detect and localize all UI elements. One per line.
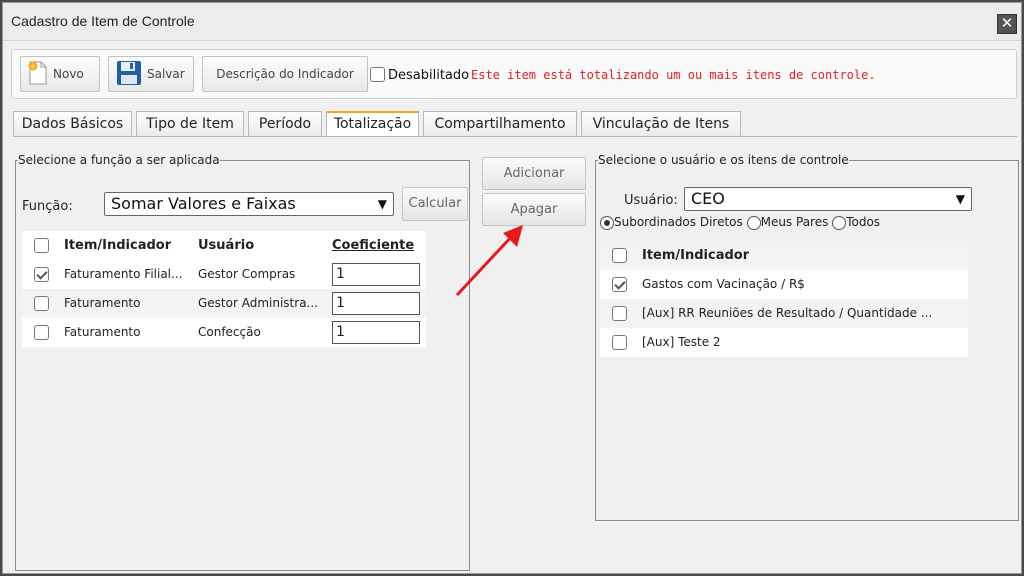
user-label: Usuário:: [624, 193, 678, 208]
table-header-row: Item/Indicador Usuário Coeficiente: [22, 231, 426, 260]
indicator-description-label: Descrição do Indicador: [216, 67, 354, 81]
tab-vinculacao-de-itens[interactable]: Vinculação de Itens: [581, 111, 741, 137]
window-title: Cadastro de Item de Controle: [11, 13, 195, 29]
radio-direct-subordinates[interactable]: [600, 215, 614, 230]
header-coefficient: Coeficiente: [332, 238, 415, 253]
floppy-disk-icon: [115, 59, 143, 90]
calculate-button[interactable]: Calcular: [402, 187, 468, 221]
function-panel: Selecione a função a ser aplicada Função…: [15, 153, 470, 571]
tab-periodo[interactable]: Período: [248, 111, 322, 137]
select-all-checkbox[interactable]: [34, 238, 49, 253]
function-panel-legend: Selecione a função a ser aplicada: [18, 153, 220, 167]
coefficient-input[interactable]: 1: [332, 263, 420, 286]
tab-tipo-de-item[interactable]: Tipo de Item: [136, 111, 244, 137]
chevron-down-icon: ▼: [955, 192, 965, 206]
tab-compartilhamento[interactable]: Compartilhamento: [423, 111, 577, 137]
row-item: [Aux] RR Reuniões de Resultado / Quantid…: [642, 306, 933, 320]
user-items-panel-legend: Selecione o usuário e os itens de contro…: [598, 153, 849, 167]
list-item[interactable]: [Aux] RR Reuniões de Resultado / Quantid…: [600, 299, 968, 328]
radio-direct-subordinates-label: Subordinados Diretos: [614, 215, 743, 229]
function-label: Função:: [22, 199, 73, 214]
row-item: Faturamento: [64, 325, 141, 339]
red-arrow-icon: [455, 225, 523, 297]
table-header-row: Item/Indicador: [600, 241, 968, 270]
tab-dados-basicos[interactable]: Dados Básicos: [13, 111, 132, 137]
totalization-table: Item/Indicador Usuário Coeficiente Fatur…: [22, 231, 426, 347]
row-user: Gestor Administra...: [198, 296, 318, 310]
new-button[interactable]: Novo: [20, 56, 100, 92]
warning-message: Este item está totalizando um ou mais it…: [471, 68, 876, 82]
disabled-label: Desabilitado: [388, 68, 470, 83]
disabled-checkbox[interactable]: [370, 67, 385, 82]
add-button[interactable]: Adicionar: [482, 157, 586, 190]
new-document-icon: [27, 60, 49, 89]
row-user: Confecção: [198, 325, 261, 339]
user-select-value: CEO: [691, 189, 725, 208]
select-all-checkbox[interactable]: [612, 248, 627, 263]
row-item: Faturamento Filial...: [64, 267, 183, 281]
control-items-table: Item/Indicador Gastos com Vacinação / R$…: [600, 241, 968, 357]
radio-my-peers[interactable]: [746, 215, 761, 230]
row-user: Gestor Compras: [198, 267, 296, 281]
coefficient-input[interactable]: 1: [332, 292, 420, 315]
toolbar: Novo Salvar Descrição do Indicador Desab…: [11, 49, 1017, 99]
row-checkbox[interactable]: [34, 325, 49, 340]
title-bar: Cadastro de Item de Controle ✕: [3, 3, 1021, 41]
list-item[interactable]: [Aux] Teste 2: [600, 328, 968, 357]
header-item-indicator: Item/Indicador: [64, 238, 172, 253]
user-items-panel: Selecione o usuário e os itens de contro…: [595, 153, 1019, 521]
row-checkbox[interactable]: [612, 277, 627, 292]
tab-totalizacao[interactable]: Totalização: [326, 111, 419, 137]
list-item[interactable]: Gastos com Vacinação / R$: [600, 270, 968, 299]
header-item-indicator: Item/Indicador: [642, 248, 750, 263]
row-checkbox[interactable]: [612, 335, 627, 350]
row-checkbox[interactable]: [34, 296, 49, 311]
table-row[interactable]: Faturamento Confecção 1: [22, 318, 426, 347]
row-item: Faturamento: [64, 296, 141, 310]
coefficient-input[interactable]: 1: [332, 321, 420, 344]
row-item: [Aux] Teste 2: [642, 335, 721, 349]
function-select-value: Somar Valores e Faixas: [111, 194, 296, 213]
scope-radio-group: Subordinados Diretos Meus Pares Todos: [600, 215, 880, 230]
header-user: Usuário: [198, 238, 255, 253]
radio-all-label: Todos: [846, 215, 881, 229]
dialog-window: Cadastro de Item de Controle ✕ Novo Salv…: [2, 2, 1022, 574]
tab-divider: [13, 136, 1017, 137]
radio-my-peers-label: Meus Pares: [760, 215, 829, 229]
chevron-down-icon: ▼: [377, 197, 387, 211]
save-button[interactable]: Salvar: [108, 56, 194, 92]
user-select[interactable]: CEO ▼: [684, 187, 972, 211]
row-checkbox[interactable]: [612, 306, 627, 321]
table-row[interactable]: Faturamento Gestor Administra... 1: [22, 289, 426, 318]
close-icon[interactable]: ✕: [997, 14, 1017, 34]
function-select[interactable]: Somar Valores e Faixas ▼: [104, 192, 394, 216]
new-button-label: Novo: [53, 67, 84, 81]
indicator-description-button[interactable]: Descrição do Indicador: [202, 56, 368, 92]
row-item: Gastos com Vacinação / R$: [642, 277, 805, 291]
row-checkbox[interactable]: [34, 267, 49, 282]
radio-all[interactable]: [832, 215, 847, 230]
save-button-label: Salvar: [147, 67, 185, 81]
table-row[interactable]: Faturamento Filial... Gestor Compras 1: [22, 260, 426, 289]
